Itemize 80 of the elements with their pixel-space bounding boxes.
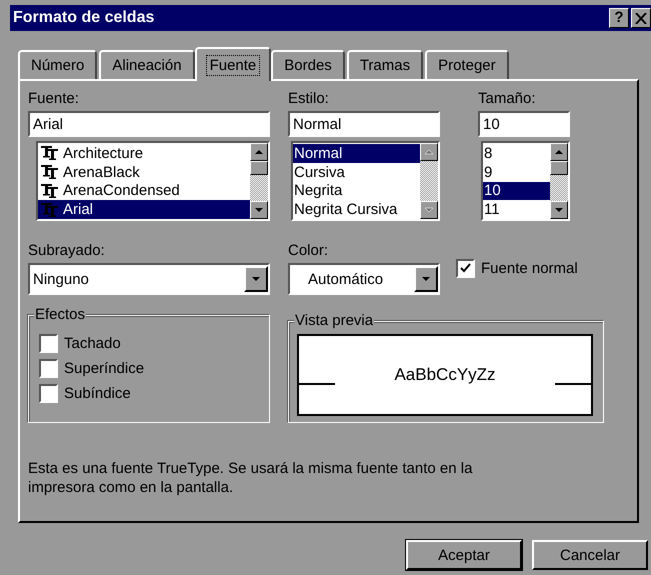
list-item[interactable]: Negrita Cursiva [293, 200, 420, 219]
list-item-label: 9 [484, 164, 492, 181]
tab[interactable]: Proteger [425, 50, 509, 79]
truetype-icon [41, 184, 59, 198]
list-item[interactable]: 9 [483, 162, 550, 182]
down-arrow-icon [420, 274, 432, 284]
scroll-down-button[interactable] [420, 201, 438, 219]
input-field[interactable]: Arial [28, 111, 270, 137]
scroll-up-button[interactable] [250, 143, 268, 161]
dialog-button[interactable]: Cancelar [532, 540, 648, 570]
close-button[interactable] [631, 8, 651, 28]
list-item[interactable]: 8 [483, 144, 550, 163]
up-arrow-icon [253, 147, 265, 157]
up-arrow-icon [423, 147, 435, 157]
tab[interactable]: Alineación [99, 50, 195, 79]
scrollbar-thumb[interactable] [550, 161, 568, 175]
list-item[interactable]: Cursiva [293, 162, 420, 182]
list-item-label: 8 [484, 144, 492, 162]
checkbox-label: Superíndice [64, 360, 144, 377]
dropdown-value: Automático [307, 270, 384, 288]
scroll-down-button[interactable] [550, 201, 568, 219]
list-item-label: 11 [484, 201, 500, 218]
window-title: Formato de celdas [13, 9, 154, 27]
tab[interactable]: Tramas [346, 50, 424, 79]
preview-text: AaBbCcYyZz [394, 365, 496, 385]
list-item[interactable]: Arial [38, 200, 250, 219]
tab[interactable]: Fuente [194, 47, 272, 81]
tab[interactable]: Número [18, 50, 98, 79]
scrollbar-thumb[interactable] [250, 161, 268, 175]
checkbox[interactable] [39, 359, 58, 378]
checkbox[interactable] [456, 259, 475, 278]
down-arrow-icon [250, 274, 262, 284]
down-arrow-icon [253, 205, 265, 215]
field-label: Tamaño: [478, 89, 537, 109]
up-arrow-icon [553, 147, 565, 157]
checkbox-label: Tachado [64, 335, 121, 352]
field-label: Estilo: [288, 89, 330, 109]
list-item[interactable]: 10 [483, 182, 550, 200]
check-icon [460, 263, 471, 274]
scroll-down-button[interactable] [250, 201, 268, 219]
checkbox-label: Subíndice [64, 385, 131, 402]
truetype-icon [41, 146, 59, 160]
list-item[interactable]: Architecture [38, 144, 250, 163]
list-item-label: Arial [63, 201, 94, 218]
close-icon [635, 12, 647, 24]
list-item-label: 10 [484, 182, 501, 200]
input-field[interactable]: 10 [478, 111, 570, 137]
list-item[interactable]: Negrita [293, 182, 420, 200]
input-field[interactable]: Normal [288, 111, 440, 137]
truetype-icon [41, 165, 59, 180]
scroll-up-button[interactable] [420, 143, 438, 161]
field-label: Fuente: [28, 89, 80, 109]
dialog-button[interactable]: Aceptar [406, 540, 522, 570]
list-item[interactable]: Normal [293, 144, 420, 163]
list-item-label: ArenaCondensed [63, 182, 180, 200]
list-item[interactable]: ArenaCondensed [38, 182, 250, 200]
field-label: Subrayado: [28, 241, 106, 261]
checkbox[interactable] [39, 334, 58, 353]
checkbox-label: Fuente normal [481, 260, 578, 277]
scroll-up-button[interactable] [550, 143, 568, 161]
list-item-label: Negrita Cursiva [294, 201, 398, 218]
field-label: Color: [288, 241, 330, 261]
list-item[interactable]: 11 [483, 200, 550, 219]
dropdown[interactable]: Ninguno [28, 263, 270, 295]
description-text: Esta es una fuente TrueType. Se usará la misma fuente tanto en la impresora como en la pantalla. [28, 459, 474, 497]
dropdown-value: Ninguno [32, 270, 89, 288]
down-arrow-icon [553, 205, 565, 215]
truetype-icon [41, 202, 59, 217]
help-button[interactable]: ? [609, 8, 629, 28]
list-item-label: Normal [294, 144, 342, 162]
list-item-label: Cursiva [294, 164, 345, 181]
list-item-label: ArenaBlack [63, 164, 140, 181]
down-arrow-icon [423, 205, 435, 215]
checkbox[interactable] [39, 384, 58, 403]
list-item-label: Architecture [63, 144, 144, 162]
group-title: Vista previa [294, 312, 374, 329]
dropdown[interactable]: Automático [288, 263, 440, 295]
list-item-label: Negrita [294, 182, 342, 200]
list-item[interactable]: ArenaBlack [38, 162, 250, 182]
tab[interactable]: Bordes [271, 50, 345, 79]
